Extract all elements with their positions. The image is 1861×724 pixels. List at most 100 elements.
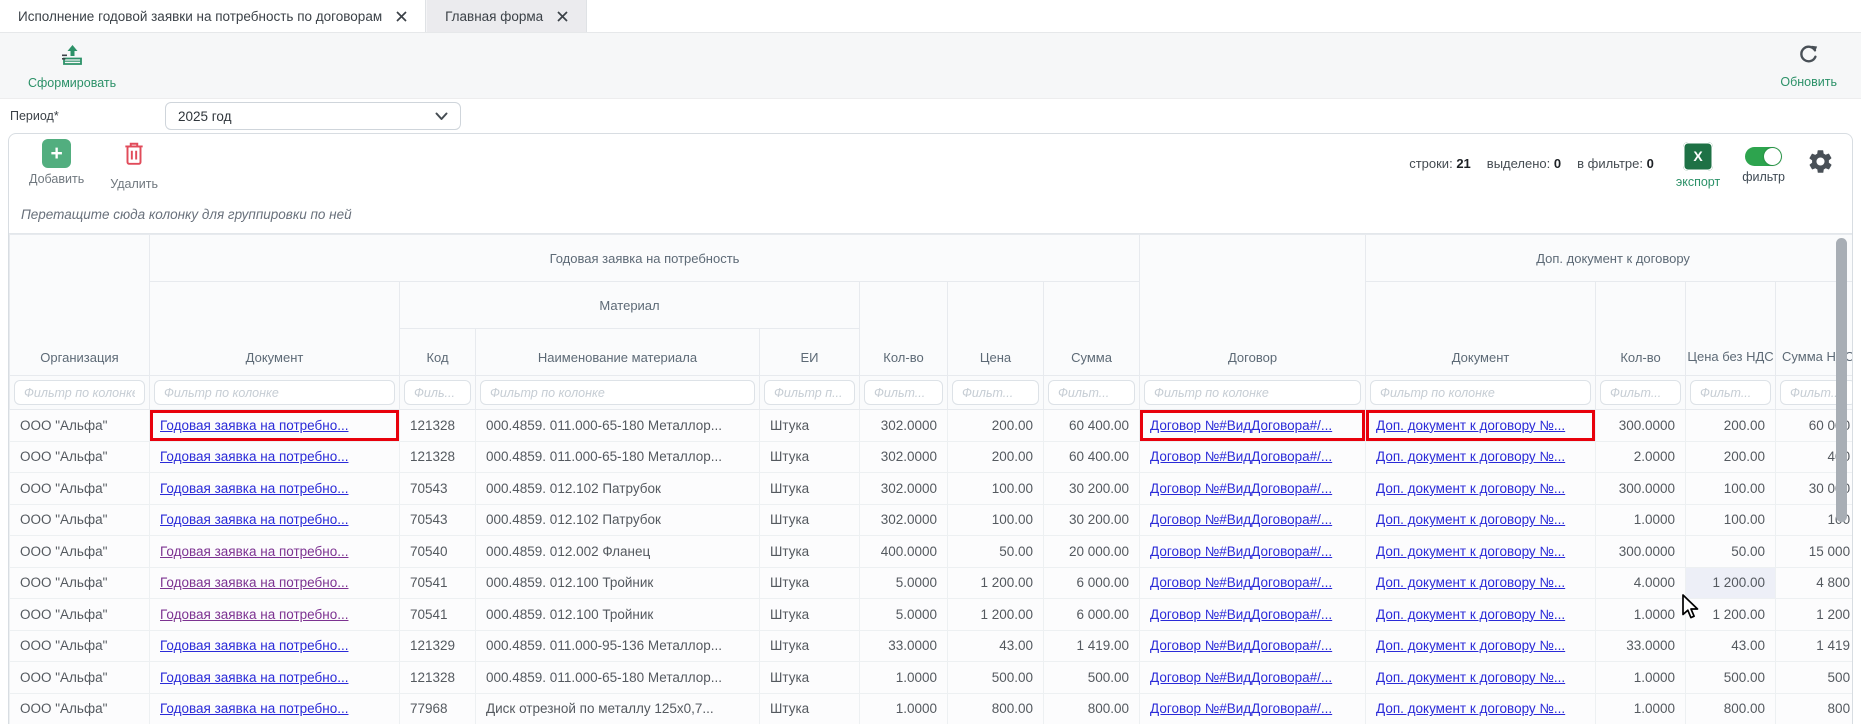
addendum-link[interactable]: Доп. документ к договору №... [1376, 418, 1565, 433]
filter-input-price[interactable] [952, 380, 1039, 405]
sum-cell: 60 400.00 [1044, 410, 1140, 442]
tab-close-icon[interactable] [396, 11, 407, 22]
filter-input-org[interactable] [14, 380, 145, 405]
contract-link[interactable]: Договор №#ВидДоговора#/... [1150, 512, 1332, 527]
annual-request-link[interactable]: Годовая заявка на потребно... [160, 670, 348, 685]
material-cell: 000.4859. 011.000-65-180 Металлор... [476, 662, 760, 694]
col-header-price[interactable]: Цена [948, 282, 1044, 376]
annual-request-link[interactable]: Годовая заявка на потребно... [160, 701, 348, 716]
contract-link[interactable]: Договор №#ВидДоговора#/... [1150, 607, 1332, 622]
col-header-qty[interactable]: Кол-во [860, 282, 948, 376]
price2-cell: 1 200.00 [1686, 567, 1776, 599]
qty2-cell: 1.0000 [1596, 504, 1686, 536]
qty-cell: 302.0000 [860, 504, 948, 536]
contract-link[interactable]: Договор №#ВидДоговора#/... [1150, 449, 1332, 464]
price2-cell: 43.00 [1686, 630, 1776, 662]
addendum-link[interactable]: Доп. документ к договору №... [1376, 544, 1565, 559]
col-header-sum[interactable]: Сумма [1044, 282, 1140, 376]
col-header-material[interactable]: Наименование материала [476, 329, 760, 376]
tab-close-icon[interactable] [557, 11, 568, 22]
col-header-contract[interactable]: Договор [1140, 235, 1366, 376]
contract-link[interactable]: Договор №#ВидДоговора#/... [1150, 544, 1332, 559]
generate-button[interactable]: Сформировать [28, 42, 116, 90]
col-header-org[interactable]: Организация [10, 235, 150, 376]
contract-link[interactable]: Договор №#ВидДоговора#/... [1150, 638, 1332, 653]
filter-input-code[interactable] [404, 380, 471, 405]
contract-link[interactable]: Договор №#ВидДоговора#/... [1150, 575, 1332, 590]
in-filter-stat: в фильтре: 0 [1577, 156, 1654, 171]
tab-label: Главная форма [445, 9, 543, 24]
doc-cell: Годовая заявка на потребно... [150, 567, 400, 599]
org-cell: ООО "Альфа" [10, 504, 150, 536]
data-grid: Организация Годовая заявка на потребност… [9, 234, 1853, 724]
contract-link[interactable]: Договор №#ВидДоговора#/... [1150, 481, 1332, 496]
addendum-link[interactable]: Доп. документ к договору №... [1376, 575, 1565, 590]
qty-cell: 5.0000 [860, 599, 948, 631]
table-row: ООО "Альфа" Годовая заявка на потребно..… [10, 567, 1854, 599]
group-by-hint[interactable]: Перетащите сюда колонку для группировки … [9, 196, 1852, 234]
filter-input-material[interactable] [480, 380, 755, 405]
col-header-price2[interactable]: Цена без НДС [1686, 282, 1776, 376]
period-select[interactable]: 2025 год [165, 102, 461, 130]
annual-request-link[interactable]: Годовая заявка на потребно... [160, 481, 348, 496]
annual-request-link[interactable]: Годовая заявка на потребно... [160, 544, 348, 559]
contract-link[interactable]: Договор №#ВидДоговора#/... [1150, 418, 1332, 433]
col-header-doc[interactable]: Документ [150, 282, 400, 376]
addendum-cell: Доп. документ к договору №... [1366, 536, 1596, 568]
addendum-link[interactable]: Доп. документ к договору №... [1376, 607, 1565, 622]
qty2-cell: 300.0000 [1596, 536, 1686, 568]
annual-request-link[interactable]: Годовая заявка на потребно... [160, 607, 348, 622]
annual-request-link[interactable]: Годовая заявка на потребно... [160, 449, 348, 464]
filter-input-contract[interactable] [1144, 380, 1361, 405]
vertical-scrollbar[interactable] [1836, 238, 1847, 522]
col-header-code[interactable]: Код [400, 329, 476, 376]
filter-input-doc[interactable] [154, 380, 395, 405]
filter-input-price2[interactable] [1690, 380, 1771, 405]
code-cell: 70540 [400, 536, 476, 568]
tab-main-form[interactable]: Главная форма [426, 0, 587, 32]
refresh-button[interactable]: Обновить [1780, 42, 1837, 89]
sum-cell: 1 419.00 [1044, 630, 1140, 662]
addendum-link[interactable]: Доп. документ к договору №... [1376, 481, 1565, 496]
contract-link[interactable]: Договор №#ВидДоговора#/... [1150, 701, 1332, 716]
delete-row-button[interactable]: Удалить [110, 139, 158, 191]
qty-cell: 400.0000 [860, 536, 948, 568]
annual-request-link[interactable]: Годовая заявка на потребно... [160, 512, 348, 527]
toggle-on-icon[interactable] [1745, 147, 1782, 166]
price-cell: 1 200.00 [948, 599, 1044, 631]
col-header-qty2[interactable]: Кол-во [1596, 282, 1686, 376]
addendum-cell: Доп. документ к договору №... [1366, 441, 1596, 473]
filter-input-qty2[interactable] [1600, 380, 1681, 405]
addendum-cell: Доп. документ к договору №... [1366, 473, 1596, 505]
add-row-button[interactable]: + Добавить [29, 139, 84, 191]
col-header-unit[interactable]: ЕИ [760, 329, 860, 376]
annual-request-link[interactable]: Годовая заявка на потребно... [160, 638, 348, 653]
addendum-link[interactable]: Доп. документ к договору №... [1376, 670, 1565, 685]
qty2-cell: 1.0000 [1596, 599, 1686, 631]
unit-cell: Штука [760, 630, 860, 662]
settings-button[interactable] [1807, 148, 1834, 180]
code-cell: 121328 [400, 662, 476, 694]
filter-toggle[interactable]: фильтр [1742, 142, 1785, 184]
period-value: 2025 год [178, 109, 232, 124]
filter-input-doc2[interactable] [1370, 380, 1591, 405]
contract-link[interactable]: Договор №#ВидДоговора#/... [1150, 670, 1332, 685]
filter-input-qty[interactable] [864, 380, 943, 405]
sum-cell: 20 000.00 [1044, 536, 1140, 568]
sum2-cell: 1 200 [1776, 599, 1853, 631]
tab-annual-request[interactable]: Исполнение годовой заявки на потребность… [0, 0, 426, 32]
addendum-link[interactable]: Доп. документ к договору №... [1376, 701, 1565, 716]
addendum-link[interactable]: Доп. документ к договору №... [1376, 638, 1565, 653]
col-header-doc2[interactable]: Документ [1366, 282, 1596, 376]
contract-cell: Договор №#ВидДоговора#/... [1140, 567, 1366, 599]
filter-input-sum[interactable] [1048, 380, 1135, 405]
annual-request-link[interactable]: Годовая заявка на потребно... [160, 575, 348, 590]
tab-bar: Исполнение годовой заявки на потребность… [0, 0, 1861, 33]
filter-input-unit[interactable] [764, 380, 855, 405]
refresh-icon [1796, 42, 1821, 72]
export-excel-button[interactable]: X экспорт [1676, 142, 1720, 189]
addendum-link[interactable]: Доп. документ к договору №... [1376, 512, 1565, 527]
annual-request-link[interactable]: Годовая заявка на потребно... [160, 418, 348, 433]
addendum-link[interactable]: Доп. документ к договору №... [1376, 449, 1565, 464]
table-body: ООО "Альфа" Годовая заявка на потребно..… [10, 410, 1854, 724]
